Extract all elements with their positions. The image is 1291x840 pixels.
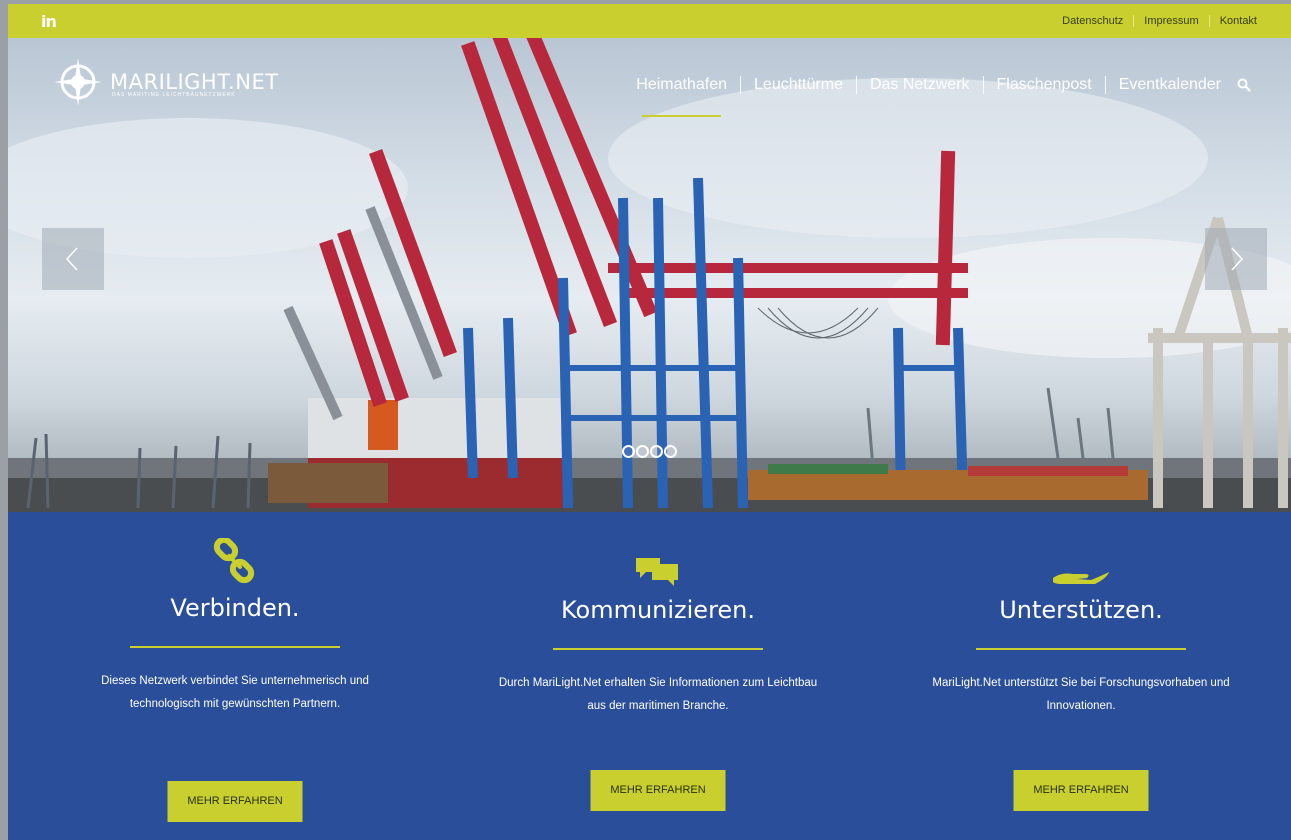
chevron-left-icon xyxy=(65,247,78,271)
top-bar: in Datenschutz Impressum Kontakt xyxy=(8,4,1291,38)
slider-prev-button[interactable] xyxy=(42,228,104,290)
slider-dot[interactable] xyxy=(650,445,663,458)
divider xyxy=(1133,15,1135,27)
nav-item-das-netzwerk[interactable]: Das Netzwerk xyxy=(870,74,970,96)
slider-dot[interactable] xyxy=(622,445,635,458)
hand-icon xyxy=(1053,572,1109,584)
feature-kommunizieren: Kommunizieren. Durch MariLight.Net erhal… xyxy=(468,556,848,718)
feature-text-line: Innovationen. xyxy=(1046,700,1116,712)
features-section: Verbinden. Dieses Netzwerk verbindet Sie… xyxy=(8,512,1291,840)
link-icon xyxy=(213,538,255,584)
feature-description: Dieses Netzwerk verbindet Sie unternehme… xyxy=(55,670,415,716)
compass-logo-icon xyxy=(54,58,102,106)
main-nav: Heimathafen Leuchttürme Das Netzwerk Fla… xyxy=(636,74,1251,117)
impressum-link[interactable]: Impressum xyxy=(1144,15,1198,27)
search-icon[interactable] xyxy=(1237,78,1251,92)
slider-next-button[interactable] xyxy=(1205,228,1267,290)
brand-tagline: DAS MARITIME LEICHTBAUNETZWERK xyxy=(112,92,236,98)
mehr-erfahren-button[interactable]: MEHR ERFAHREN xyxy=(590,770,726,811)
feature-title: Verbinden. xyxy=(170,594,300,622)
kontakt-link[interactable]: Kontakt xyxy=(1220,15,1257,27)
brand-name: MARILIGHT.NET xyxy=(110,70,279,94)
page-frame: in Datenschutz Impressum Kontakt MARILIG… xyxy=(8,4,1291,840)
top-links: Datenschutz Impressum Kontakt xyxy=(1062,15,1257,27)
feature-unterstuetzen: Unterstützen. MariLight.Net unterstützt … xyxy=(891,556,1271,718)
feature-description: MariLight.Net unterstützt Sie bei Forsch… xyxy=(901,672,1261,718)
linkedin-icon[interactable]: in xyxy=(41,12,57,31)
mehr-erfahren-button[interactable]: MEHR ERFAHREN xyxy=(167,781,303,822)
nav-divider xyxy=(855,76,857,94)
feature-description: Durch MariLight.Net erhalten Sie Informa… xyxy=(478,672,838,718)
chevron-right-icon xyxy=(1231,247,1244,271)
nav-divider xyxy=(1104,76,1106,94)
feature-divider xyxy=(976,648,1186,650)
hero-image xyxy=(8,38,1291,512)
feature-divider xyxy=(553,648,763,650)
feature-text-line: Durch MariLight.Net erhalten Sie Informa… xyxy=(498,677,818,689)
mehr-erfahren-button[interactable]: MEHR ERFAHREN xyxy=(1013,770,1149,811)
chat-icon xyxy=(636,558,678,586)
nav-item-eventkalender[interactable]: Eventkalender xyxy=(1119,74,1221,96)
nav-item-heimathafen[interactable]: Heimathafen xyxy=(636,74,727,117)
slider-dot[interactable] xyxy=(664,445,677,458)
feature-text-line: technologisch mit gewünschten Partnern. xyxy=(129,698,341,710)
divider xyxy=(1208,15,1210,27)
hero-slider: MARILIGHT.NET DAS MARITIME LEICHTBAUNETZ… xyxy=(8,38,1291,512)
nav-divider xyxy=(740,76,742,94)
feature-title: Kommunizieren. xyxy=(560,596,756,624)
site-logo[interactable]: MARILIGHT.NET DAS MARITIME LEICHTBAUNETZ… xyxy=(52,56,279,108)
datenschutz-link[interactable]: Datenschutz xyxy=(1062,15,1123,27)
feature-text-line: aus der maritimen Branche. xyxy=(587,700,729,712)
feature-text-line: Dieses Netzwerk verbindet Sie unternehme… xyxy=(101,675,369,687)
nav-item-leuchttuerme[interactable]: Leuchttürme xyxy=(754,74,843,96)
slider-dot[interactable] xyxy=(636,445,649,458)
feature-text-line: MariLight.Net unterstützt Sie bei Forsch… xyxy=(932,677,1230,689)
feature-verbinden: Verbinden. Dieses Netzwerk verbindet Sie… xyxy=(45,532,425,716)
nav-item-flaschenpost[interactable]: Flaschenpost xyxy=(997,74,1092,96)
nav-divider xyxy=(982,76,984,94)
feature-divider xyxy=(130,646,340,648)
slider-dots xyxy=(622,445,677,458)
feature-title: Unterstützen. xyxy=(999,596,1163,624)
